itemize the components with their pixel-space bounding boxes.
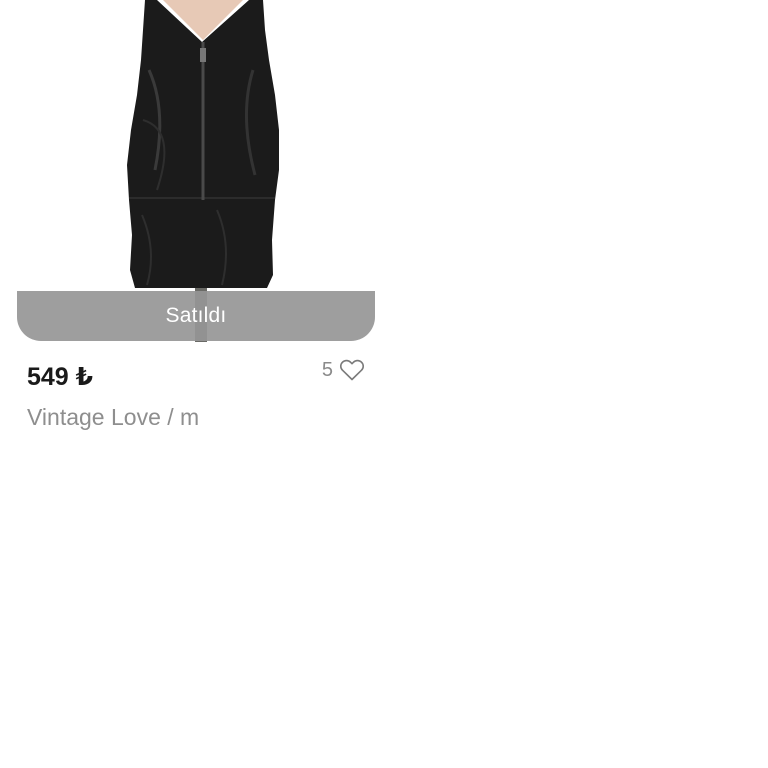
like-button[interactable]: 5	[322, 358, 365, 382]
sold-label: Satıldı	[165, 304, 227, 327]
product-price: 549 ₺	[27, 363, 94, 391]
sold-banner: Satıldı	[17, 291, 375, 341]
brand-size-label: Vintage Love / m	[27, 404, 200, 430]
product-card[interactable]: Satıldı 549 ₺ 5 Vintage Love / m	[17, 0, 375, 440]
like-count: 5	[321, 358, 333, 381]
product-image[interactable]: Satıldı	[17, 0, 375, 342]
heart-outline-icon[interactable]	[339, 358, 365, 382]
